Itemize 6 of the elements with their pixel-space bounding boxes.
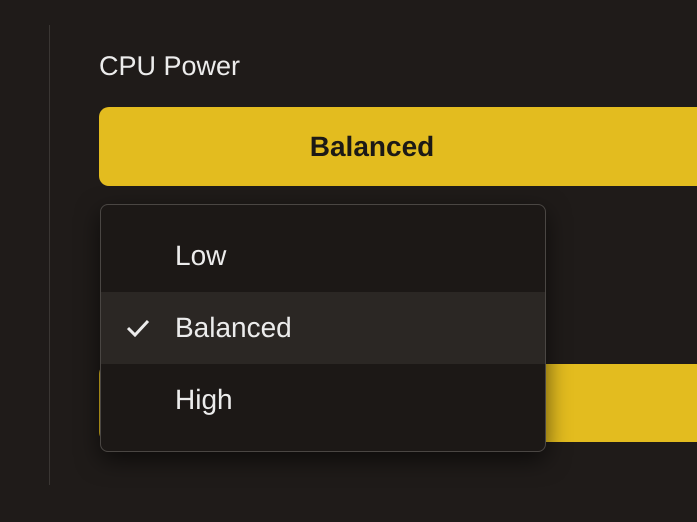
select-button[interactable]: Balanced (99, 107, 697, 186)
check-icon (126, 319, 150, 337)
menu-option[interactable]: High (101, 364, 545, 436)
menu-option[interactable]: Low (101, 220, 545, 292)
menu-option[interactable]: Balanced (101, 292, 545, 364)
field-label: CPU Power (99, 50, 240, 82)
